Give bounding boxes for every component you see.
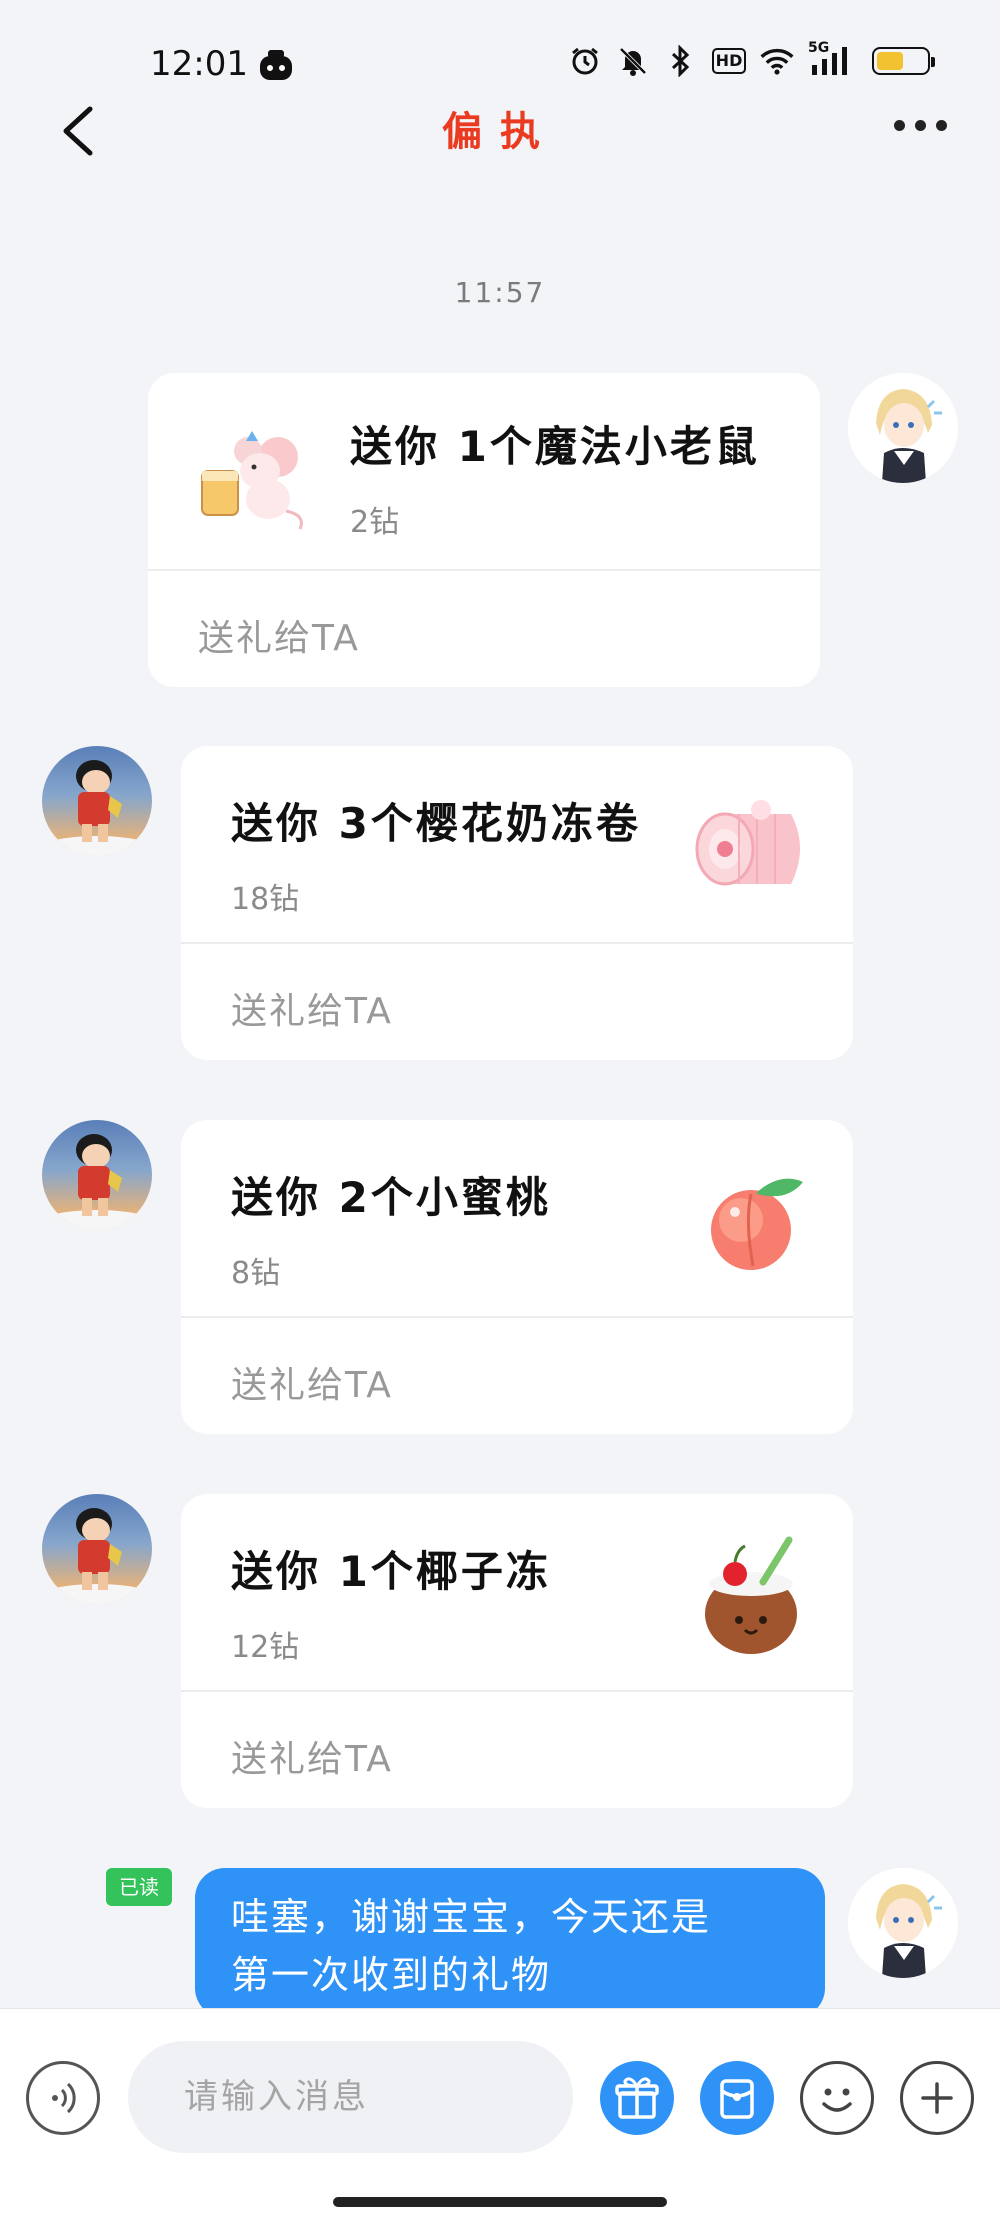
gift-card[interactable]: 送你 3个樱花奶冻卷 18钻 送礼给TA (181, 746, 853, 1060)
contact-avatar-icon (42, 1508, 152, 1604)
gift-price: 12钻 (231, 1630, 300, 1665)
app-icon (258, 48, 294, 82)
magic-mouse-icon (190, 411, 320, 541)
avatar[interactable] (848, 373, 958, 483)
red-packet-button[interactable] (700, 2061, 774, 2135)
avatar[interactable] (42, 746, 152, 856)
gift-button[interactable] (600, 2061, 674, 2135)
gift-card-body: 送你 3个樱花奶冻卷 18钻 (181, 746, 853, 942)
wifi-icon (760, 44, 794, 78)
send-gift-link[interactable]: 送礼给TA (198, 609, 360, 661)
bluetooth-icon (664, 44, 698, 78)
user-avatar-icon (848, 373, 958, 483)
signal-icon: 5G (808, 40, 858, 78)
emoji-button[interactable] (800, 2061, 874, 2135)
sakura-roll-icon (691, 784, 821, 914)
send-gift-link[interactable]: 送礼给TA (231, 1730, 393, 1782)
message-input[interactable] (128, 2041, 573, 2153)
red-packet-icon (720, 2079, 754, 2119)
avatar[interactable] (848, 1868, 958, 1978)
gift-card[interactable]: 送你 1个魔法小老鼠 2钻 送礼给TA (148, 373, 820, 687)
battery-icon (872, 47, 935, 75)
status-icons: HD 5G (568, 40, 935, 78)
emoji-icon (822, 2088, 852, 2112)
more-button[interactable] (880, 105, 960, 145)
plus-icon (921, 2082, 953, 2114)
message-text-line: 第一次收到的礼物 (231, 1953, 552, 1997)
hd-icon: HD (711, 44, 747, 78)
avatar[interactable] (42, 1120, 152, 1230)
plus-button[interactable] (900, 2061, 974, 2135)
input-bar (0, 2008, 1000, 2223)
contact-avatar-icon (42, 760, 152, 856)
read-badge: 已读 (106, 1868, 172, 1906)
gift-title: 送你 1个魔法小老鼠 (350, 422, 760, 471)
divider (181, 942, 853, 944)
gift-card-body: 送你 1个椰子冻 12钻 (181, 1494, 853, 1690)
gift-icon (615, 2077, 659, 2119)
voice-icon (52, 2082, 76, 2114)
peach-icon (691, 1158, 821, 1288)
divider (148, 569, 820, 571)
send-gift-link[interactable]: 送礼给TA (231, 1356, 393, 1408)
divider (181, 1690, 853, 1692)
status-time: 12:01 (150, 44, 248, 84)
title-bar: 偏执 (0, 95, 1000, 165)
page-title: 偏执 (442, 109, 558, 155)
gift-title: 送你 1个椰子冻 (231, 1547, 551, 1596)
chat-timestamp: 11:57 (454, 276, 546, 309)
voice-button[interactable] (26, 2061, 100, 2135)
gift-title: 送你 3个樱花奶冻卷 (231, 799, 641, 848)
message-text-line: 哇塞，谢谢宝宝，今天还是 (231, 1895, 712, 1939)
gift-card[interactable]: 送你 2个小蜜桃 8钻 送礼给TA (181, 1120, 853, 1434)
gift-price: 18钻 (231, 882, 300, 917)
contact-avatar-icon (42, 1134, 152, 1230)
home-indicator (333, 2197, 667, 2207)
gift-title: 送你 2个小蜜桃 (231, 1173, 551, 1222)
coconut-icon (691, 1532, 821, 1662)
user-avatar-icon (848, 1868, 958, 1978)
gift-card-body: 送你 1个魔法小老鼠 2钻 (148, 373, 820, 569)
avatar[interactable] (42, 1494, 152, 1604)
mute-icon (616, 44, 650, 78)
gift-price: 2钻 (350, 505, 400, 540)
gift-price: 8钻 (231, 1256, 281, 1291)
more-icon (893, 119, 905, 131)
divider (181, 1316, 853, 1318)
gift-card-body: 送你 2个小蜜桃 8钻 (181, 1120, 853, 1316)
gift-card[interactable]: 送你 1个椰子冻 12钻 送礼给TA (181, 1494, 853, 1808)
send-gift-link[interactable]: 送礼给TA (231, 982, 393, 1034)
alarm-icon (568, 44, 602, 78)
chat-bubble[interactable]: 哇塞，谢谢宝宝，今天还是 第一次收到的礼物 (195, 1868, 825, 2018)
